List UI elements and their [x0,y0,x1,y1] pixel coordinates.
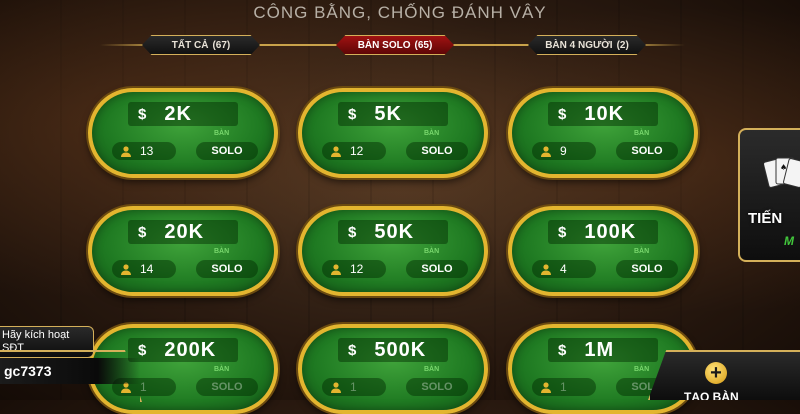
table-stake: 50K [374,220,415,243]
player-count-pill: 1 [322,378,386,396]
stake-bar: $ 10K [548,102,658,126]
dollar-icon: $ [138,105,147,123]
table-stake: 200K [164,338,217,361]
table-card[interactable]: $ 2K BÀN 13 SOLO [88,88,278,178]
tab-all[interactable]: TẤT CẢ (67) [142,35,260,55]
dollar-icon: $ [558,341,567,359]
dollar-icon: $ [348,223,357,241]
table-stake: 1M [584,338,615,361]
person-icon [121,146,131,157]
table-card[interactable]: $ 5K BÀN 12 SOLO [298,88,488,178]
player-count: 9 [560,144,567,158]
table-ban-label: BÀN [634,366,650,373]
dollar-icon: $ [138,223,147,241]
dollar-icon: $ [348,105,357,123]
activate-phone-button[interactable]: Hãy kích hoạt SĐT [0,326,94,358]
table-card[interactable]: $ 500K BÀN 1 SOLO [298,324,488,414]
table-stake: 5K [374,102,402,125]
table-ban-label: BÀN [424,248,440,255]
table-mode: SOLO [196,142,258,160]
dollar-icon: $ [138,341,147,359]
table-mode: SOLO [196,260,258,278]
player-count-pill: 13 [112,142,176,160]
tab-four-player-count: (2) [616,39,629,51]
tab-solo-label: BÀN SOLO [357,39,411,51]
table-card[interactable]: $ 10K BÀN 9 SOLO [508,88,698,178]
stake-bar: $ 1M [548,338,658,362]
person-icon [541,146,551,157]
table-mode: SOLO [616,260,678,278]
page-title: CÔNG BẰNG, CHỐNG ĐÁNH VÂY [253,3,547,22]
stake-bar: $ 200K [128,338,238,362]
tab-four-player[interactable]: BÀN 4 NGƯỜI (2) [528,35,646,55]
dollar-icon: $ [558,223,567,241]
table-stake: 2K [164,102,192,125]
create-table-button[interactable]: + TẠO BÀN [648,350,800,400]
svg-text:♠: ♠ [780,163,787,172]
table-ban-label: BÀN [214,248,230,255]
person-icon [331,146,341,157]
table-card[interactable]: $ 50K BÀN 12 SOLO [298,206,488,296]
stake-bar: $ 2K [128,102,238,126]
table-mode: SOLO [406,378,468,396]
side-game-card[interactable]: ♠ TIẾN M [738,128,800,262]
player-count: 1 [350,380,357,394]
plus-icon: + [705,362,727,384]
player-count-pill: 1 [532,378,596,396]
player-count: 12 [350,262,364,276]
stake-bar: $ 500K [338,338,448,362]
table-ban-label: BÀN [214,366,230,373]
player-count: 1 [140,380,147,394]
tab-solo[interactable]: BÀN SOLO (65) [336,35,454,55]
person-icon [331,382,341,393]
table-stake: 20K [164,220,205,243]
playing-cards-icon: ♠ [764,157,800,188]
stake-bar: $ 20K [128,220,238,244]
table-stake: 10K [584,102,625,125]
player-count-pill: 14 [112,260,176,278]
player-count-pill: 4 [532,260,596,278]
tab-solo-count: (65) [414,39,433,51]
table-card[interactable]: $ 100K BÀN 4 SOLO [508,206,698,296]
table-ban-label: BÀN [424,130,440,137]
person-icon [121,264,131,275]
player-count-pill: 12 [322,260,386,278]
person-icon [541,264,551,275]
table-stake: 500K [374,338,427,361]
create-table-label: TẠO BÀN [684,390,739,404]
tab-all-count: (67) [212,39,231,51]
stake-bar: $ 50K [338,220,448,244]
tab-all-label: TẤT CẢ [171,39,209,51]
table-mode: SOLO [406,142,468,160]
player-count-pill: 12 [322,142,386,160]
table-ban-label: BÀN [634,130,650,137]
table-stake: 100K [584,220,637,243]
person-icon [331,264,341,275]
dollar-icon: $ [348,341,357,359]
player-count: 13 [140,144,154,158]
dollar-icon: $ [558,105,567,123]
stake-bar: $ 100K [548,220,658,244]
table-ban-label: BÀN [214,130,230,137]
player-count: 4 [560,262,567,276]
side-game-title: TIẾN [748,210,783,227]
table-mode: SOLO [406,260,468,278]
person-icon [541,382,551,393]
username: gc7373 [0,358,140,384]
tab-four-player-label: BÀN 4 NGƯỜI [545,39,613,51]
table-card[interactable]: $ 20K BÀN 14 SOLO [88,206,278,296]
player-count: 14 [140,262,154,276]
table-ban-label: BÀN [424,366,440,373]
stake-bar: $ 5K [338,102,448,126]
player-count-pill: 9 [532,142,596,160]
side-game-subtitle: M [784,234,794,248]
table-ban-label: BÀN [634,248,650,255]
player-count: 1 [560,380,567,394]
player-count: 12 [350,144,364,158]
table-mode: SOLO [616,142,678,160]
table-mode: SOLO [196,378,258,396]
